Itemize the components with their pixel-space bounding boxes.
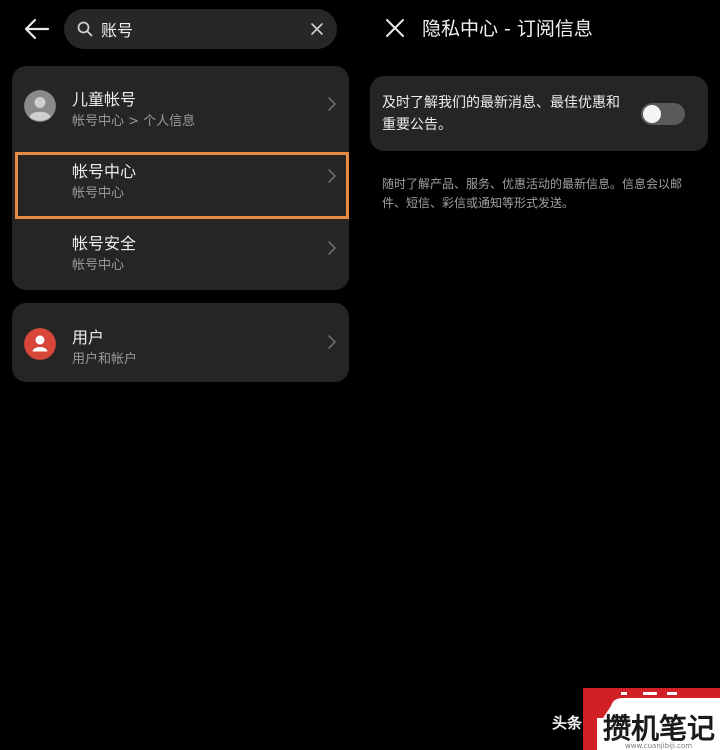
chevron-right-icon <box>327 168 337 184</box>
result-path: 帐号中心 <box>72 258 125 273</box>
person-red-icon <box>24 328 56 360</box>
chevron-right-icon <box>327 334 337 350</box>
result-item-users[interactable]: 用户 用户和帐户 <box>12 306 349 378</box>
subscription-toggle[interactable] <box>641 103 685 125</box>
watermark-url: www.cuanjibiji.com <box>625 742 692 750</box>
results-group-users: 用户 用户和帐户 <box>12 303 349 382</box>
page-title: 隐私中心 - 订阅信息 <box>422 18 593 40</box>
results-group-account: 儿童帐号 帐号中心 > 个人信息 帐号中心 帐号中心 帐号安全 帐号中心 <box>12 66 349 290</box>
arrow-left-icon <box>24 18 50 40</box>
person-gray-icon <box>24 90 56 122</box>
subscription-toggle-label: 及时了解我们的最新消息、最佳优惠和重要公告。 <box>382 95 620 133</box>
result-item-account-security[interactable]: 帐号安全 帐号中心 <box>12 212 349 284</box>
result-item-account-center[interactable]: 帐号中心 帐号中心 <box>12 140 349 212</box>
watermark-partial-text: 头条 <box>552 714 583 732</box>
subscription-description: 随时了解产品、服务、优惠活动的最新信息。信息会以邮件、短信、彩信或通知等形式发送… <box>382 177 683 210</box>
chevron-right-icon <box>327 240 337 256</box>
result-path: 用户和帐户 <box>72 352 138 367</box>
result-title: 帐号中心 <box>72 162 137 181</box>
back-button[interactable] <box>22 14 52 44</box>
search-icon <box>77 21 93 37</box>
toggle-knob <box>643 105 661 123</box>
close-icon <box>311 23 323 35</box>
close-icon <box>386 19 404 37</box>
close-button[interactable] <box>382 15 408 41</box>
result-title: 儿童帐号 <box>72 90 137 109</box>
search-input[interactable] <box>101 19 307 39</box>
result-item-child-account[interactable]: 儿童帐号 帐号中心 > 个人信息 <box>12 68 349 140</box>
clear-search-button[interactable] <box>307 19 327 39</box>
watermark-logo: 攒机笔记 www.cuanjibiji.com <box>583 688 720 750</box>
search-bar[interactable] <box>64 9 337 49</box>
watermark-brand: 攒机笔记 <box>603 712 715 745</box>
result-path: 帐号中心 <box>72 186 125 201</box>
result-title: 帐号安全 <box>72 234 137 253</box>
result-path: 帐号中心 > 个人信息 <box>72 114 196 129</box>
chevron-right-icon <box>327 96 337 112</box>
result-title: 用户 <box>72 328 105 347</box>
